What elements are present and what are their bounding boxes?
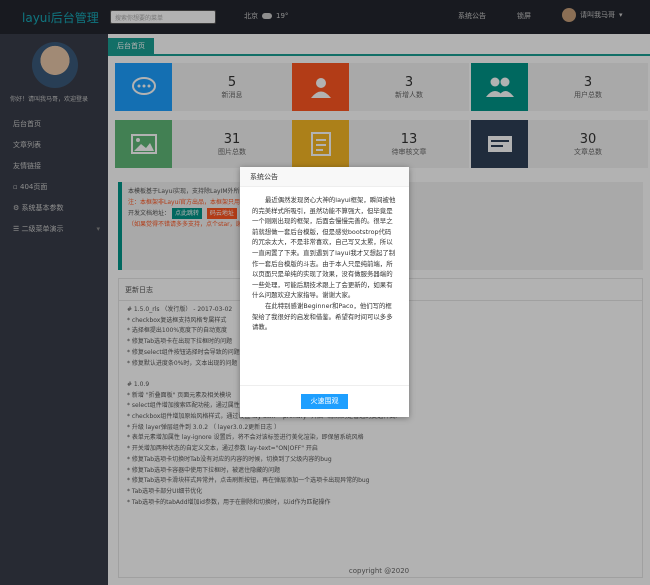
dialog-footer: 火速围观 bbox=[240, 385, 409, 417]
dialog-body: 最近偶然发现贤心大神的layui框架，瞬间被他的完美样式所吸引，虽然功能不算强大… bbox=[240, 187, 409, 337]
announcement-dialog: 系统公告 最近偶然发现贤心大神的layui框架，瞬间被他的完美样式所吸引，虽然功… bbox=[240, 167, 409, 417]
dialog-paragraph: 在此特别感谢Beginner和Paco，他们写的框架给了我很好的启发和借鉴。希望… bbox=[252, 301, 393, 332]
dialog-paragraph: 最近偶然发现贤心大神的layui框架，瞬间被他的完美样式所吸引，虽然功能不算强大… bbox=[252, 196, 396, 300]
dialog-title: 系统公告 bbox=[240, 167, 409, 187]
view-now-button[interactable]: 火速围观 bbox=[301, 394, 348, 409]
